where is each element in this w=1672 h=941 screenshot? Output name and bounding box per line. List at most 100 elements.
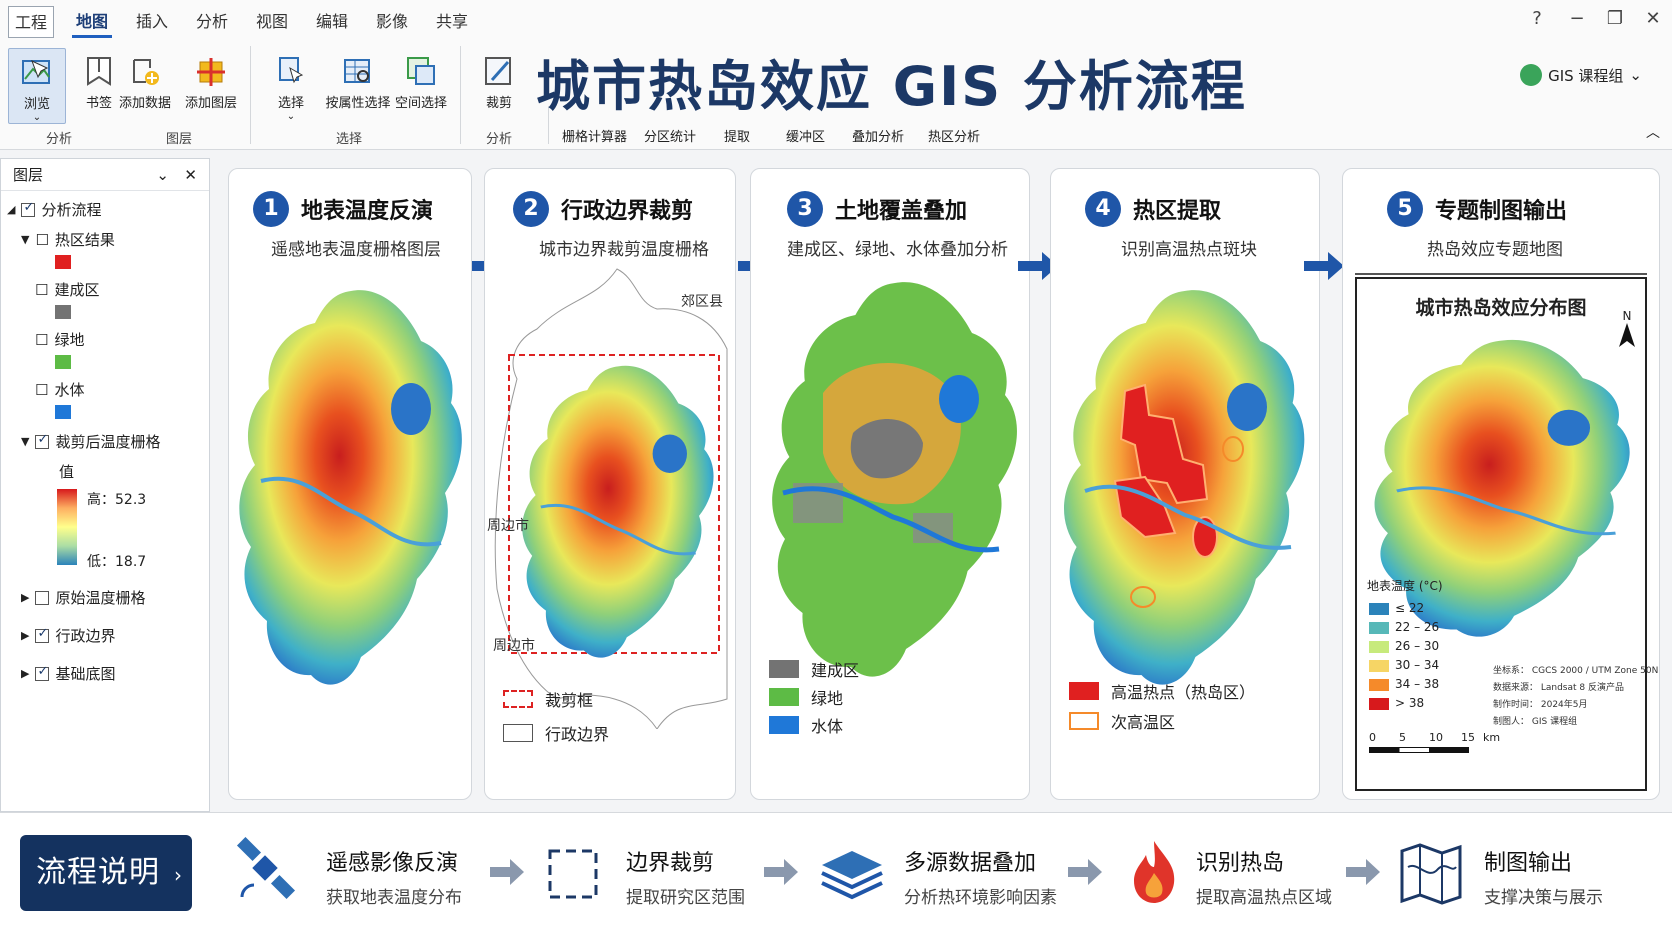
layer-green[interactable]: ☐ 绿地 (35, 329, 84, 350)
layer-basemap[interactable]: ▶基础底图 (21, 663, 115, 684)
legend-admin-boundary-label: 行政边界 (545, 725, 610, 744)
green-swatch (55, 355, 71, 369)
flow-step-arrow-2 (764, 859, 798, 885)
spatial-select-label: 空间选择 (394, 96, 447, 111)
flow-step-arrow-1 (490, 859, 524, 885)
step2-title-text: 行政边界裁剪 (561, 199, 694, 224)
clipped-checkbox[interactable] (35, 432, 50, 449)
clip-label: 裁剪 (485, 96, 512, 111)
browse-button[interactable]: 浏览 ⌄ (8, 48, 66, 124)
flow-step-2-title: 边界裁剪 (626, 851, 715, 876)
chevron-down-icon: ⌄ (1629, 66, 1642, 84)
basemap-checkbox[interactable] (35, 664, 50, 681)
landcover-map (772, 282, 1017, 677)
crop-frame-icon (548, 849, 598, 899)
flow-step-3: 多源数据叠加 分析热环境影响因素 (904, 845, 1057, 908)
legend-hotspot: 高温热点（热岛区） (1069, 679, 1255, 703)
meta-crs: 坐标系： CGCS 2000 / UTM Zone 50N (1493, 666, 1659, 676)
layer-water[interactable]: ☐ 水体 (35, 379, 84, 400)
tab-edit[interactable]: 编辑 (312, 6, 352, 38)
value-high: 高：52.3 (87, 492, 147, 508)
close-button[interactable]: ✕ (1638, 8, 1668, 29)
root-checkbox[interactable] (21, 200, 36, 217)
layers-header: 图层 ⌄ ✕ (1, 159, 209, 191)
legend-subhot: 次高温区 (1069, 709, 1175, 733)
flow-footer: 流程说明 › 遥感影像反演 获取地表温度分布 边界裁剪 提取研究区范围 多源数据叠加分… (0, 812, 1672, 941)
step5-title-text: 专题制图输出 (1435, 199, 1568, 224)
help-button[interactable]: ? (1522, 8, 1552, 29)
temp-class-5: 34 – 38 (1369, 675, 1439, 694)
tab-imagery[interactable]: 影像 (372, 6, 412, 38)
step3-title: 3 土地覆盖叠加 (787, 191, 967, 227)
layer-clipped[interactable]: ▼裁剪后温度栅格 (21, 431, 160, 452)
zonal-statistics-tool[interactable]: 分区统计 (644, 126, 696, 145)
flow-step-4-desc: 提取高温热点区域 (1196, 888, 1332, 908)
browse-label: 浏览 (23, 97, 50, 112)
temp-class-2-label: 22 – 26 (1395, 620, 1440, 634)
layer-raw[interactable]: ▶ 原始温度栅格 (21, 587, 145, 608)
flow-description-button[interactable]: 流程说明 › (20, 835, 192, 911)
layer-hotspot[interactable]: ▼ ☐ 热区结果 (21, 229, 115, 250)
select-by-attribute-button[interactable]: 按属性选择 (322, 48, 394, 124)
legend-built-label: 建成区 (811, 661, 860, 680)
step1-title: 1 地表温度反演 (253, 191, 433, 227)
flow-step-2-desc: 提取研究区范围 (626, 888, 745, 908)
raw-checkbox[interactable] (35, 590, 50, 605)
step4-number: 4 (1085, 191, 1121, 227)
scale-5: 5 (1399, 731, 1406, 744)
step5-panel: 5 专题制图输出 热岛效应专题地图 城市热岛效应分布图 N 地表温度 (°C) ≤… (1342, 168, 1660, 800)
tab-project[interactable]: 工程 (8, 6, 54, 38)
flow-button-label: 流程说明 (36, 855, 160, 890)
tab-share[interactable]: 共享 (432, 6, 472, 38)
flow-step-4-title: 识别热岛 (1196, 851, 1285, 876)
temp-class-3-label: 26 – 30 (1395, 639, 1440, 653)
extract-tool[interactable]: 提取 (724, 126, 750, 145)
layer-group-root[interactable]: ◢分析流程 (7, 199, 101, 220)
add-data-button[interactable]: 添加数据 (112, 48, 178, 124)
group-analysis2-label: 分析 (486, 132, 513, 147)
step2-panel: 2 行政边界裁剪 城市边界裁剪温度栅格 郊区县 周边市 周边市 裁剪框 行政边界 (484, 168, 736, 800)
group-layer-label: 图层 (166, 132, 193, 147)
add-data-icon (133, 59, 159, 85)
user-avatar-icon (1520, 64, 1543, 86)
raster-calculator-tool[interactable]: 栅格计算器 (562, 126, 627, 145)
select-icon (279, 57, 304, 84)
user-account[interactable]: GIS 课程组 ⌄ (1520, 64, 1642, 86)
lst-map (239, 290, 462, 685)
tab-insert[interactable]: 插入 (132, 6, 172, 38)
add-layer-label: 添加图层 (184, 96, 237, 111)
basemap-layer-label: 基础底图 (55, 665, 116, 683)
panel-menu-icon[interactable]: ⌄ (156, 159, 169, 191)
layer-boundary[interactable]: ▶行政边界 (21, 625, 115, 646)
tab-map[interactable]: 地图 (72, 6, 112, 38)
map-title: 城市热岛效应分布图 (1415, 297, 1587, 319)
step4-title-text: 热区提取 (1133, 199, 1222, 224)
app-window: 工程 地图 插入 分析 视图 编辑 影像 共享 ? − ❐ ✕ 浏览 ⌄ 书签 添… (0, 0, 1672, 941)
flow-step-4: 识别热岛提取高温热点区域 (1196, 845, 1332, 908)
tab-view[interactable]: 视图 (252, 6, 292, 38)
folded-map-icon (1400, 843, 1462, 905)
panel-close-icon[interactable]: ✕ (184, 159, 197, 191)
minimize-button[interactable]: − (1562, 8, 1592, 29)
select-button[interactable]: 选择 ⌄ (262, 48, 320, 124)
overlay-tool[interactable]: 叠加分析 (852, 126, 904, 145)
temp-class-2: 22 – 26 (1369, 618, 1439, 637)
boundary-checkbox[interactable] (35, 626, 50, 643)
maximize-button[interactable]: ❐ (1600, 8, 1630, 29)
collapse-ribbon-icon[interactable]: ︿ (1646, 122, 1660, 142)
meta-author: 制图人： GIS 课程组 (1493, 717, 1578, 727)
legend-hotspot-label: 高温热点（热岛区） (1111, 683, 1256, 702)
add-layer-button[interactable]: 添加图层 (178, 48, 244, 124)
spatial-select-button[interactable]: 空间选择 (388, 48, 454, 124)
buffer-tool[interactable]: 缓冲区 (786, 126, 825, 145)
group-analysis-label: 分析 (46, 132, 73, 147)
tab-analysis[interactable]: 分析 (192, 6, 232, 38)
layer-built[interactable]: ☐ 建成区 (35, 279, 99, 300)
hotspot-tool[interactable]: 热区分析 (928, 126, 980, 145)
scale-10: 10 (1429, 731, 1443, 744)
clipped-layer-label: 裁剪后温度栅格 (55, 433, 161, 451)
legend-subhot-label: 次高温区 (1111, 713, 1176, 732)
layers-title: 图层 (13, 166, 44, 184)
clip-button[interactable]: 裁剪 (470, 48, 528, 124)
page-title: 城市热岛效应 GIS 分析流程 (536, 55, 1247, 118)
